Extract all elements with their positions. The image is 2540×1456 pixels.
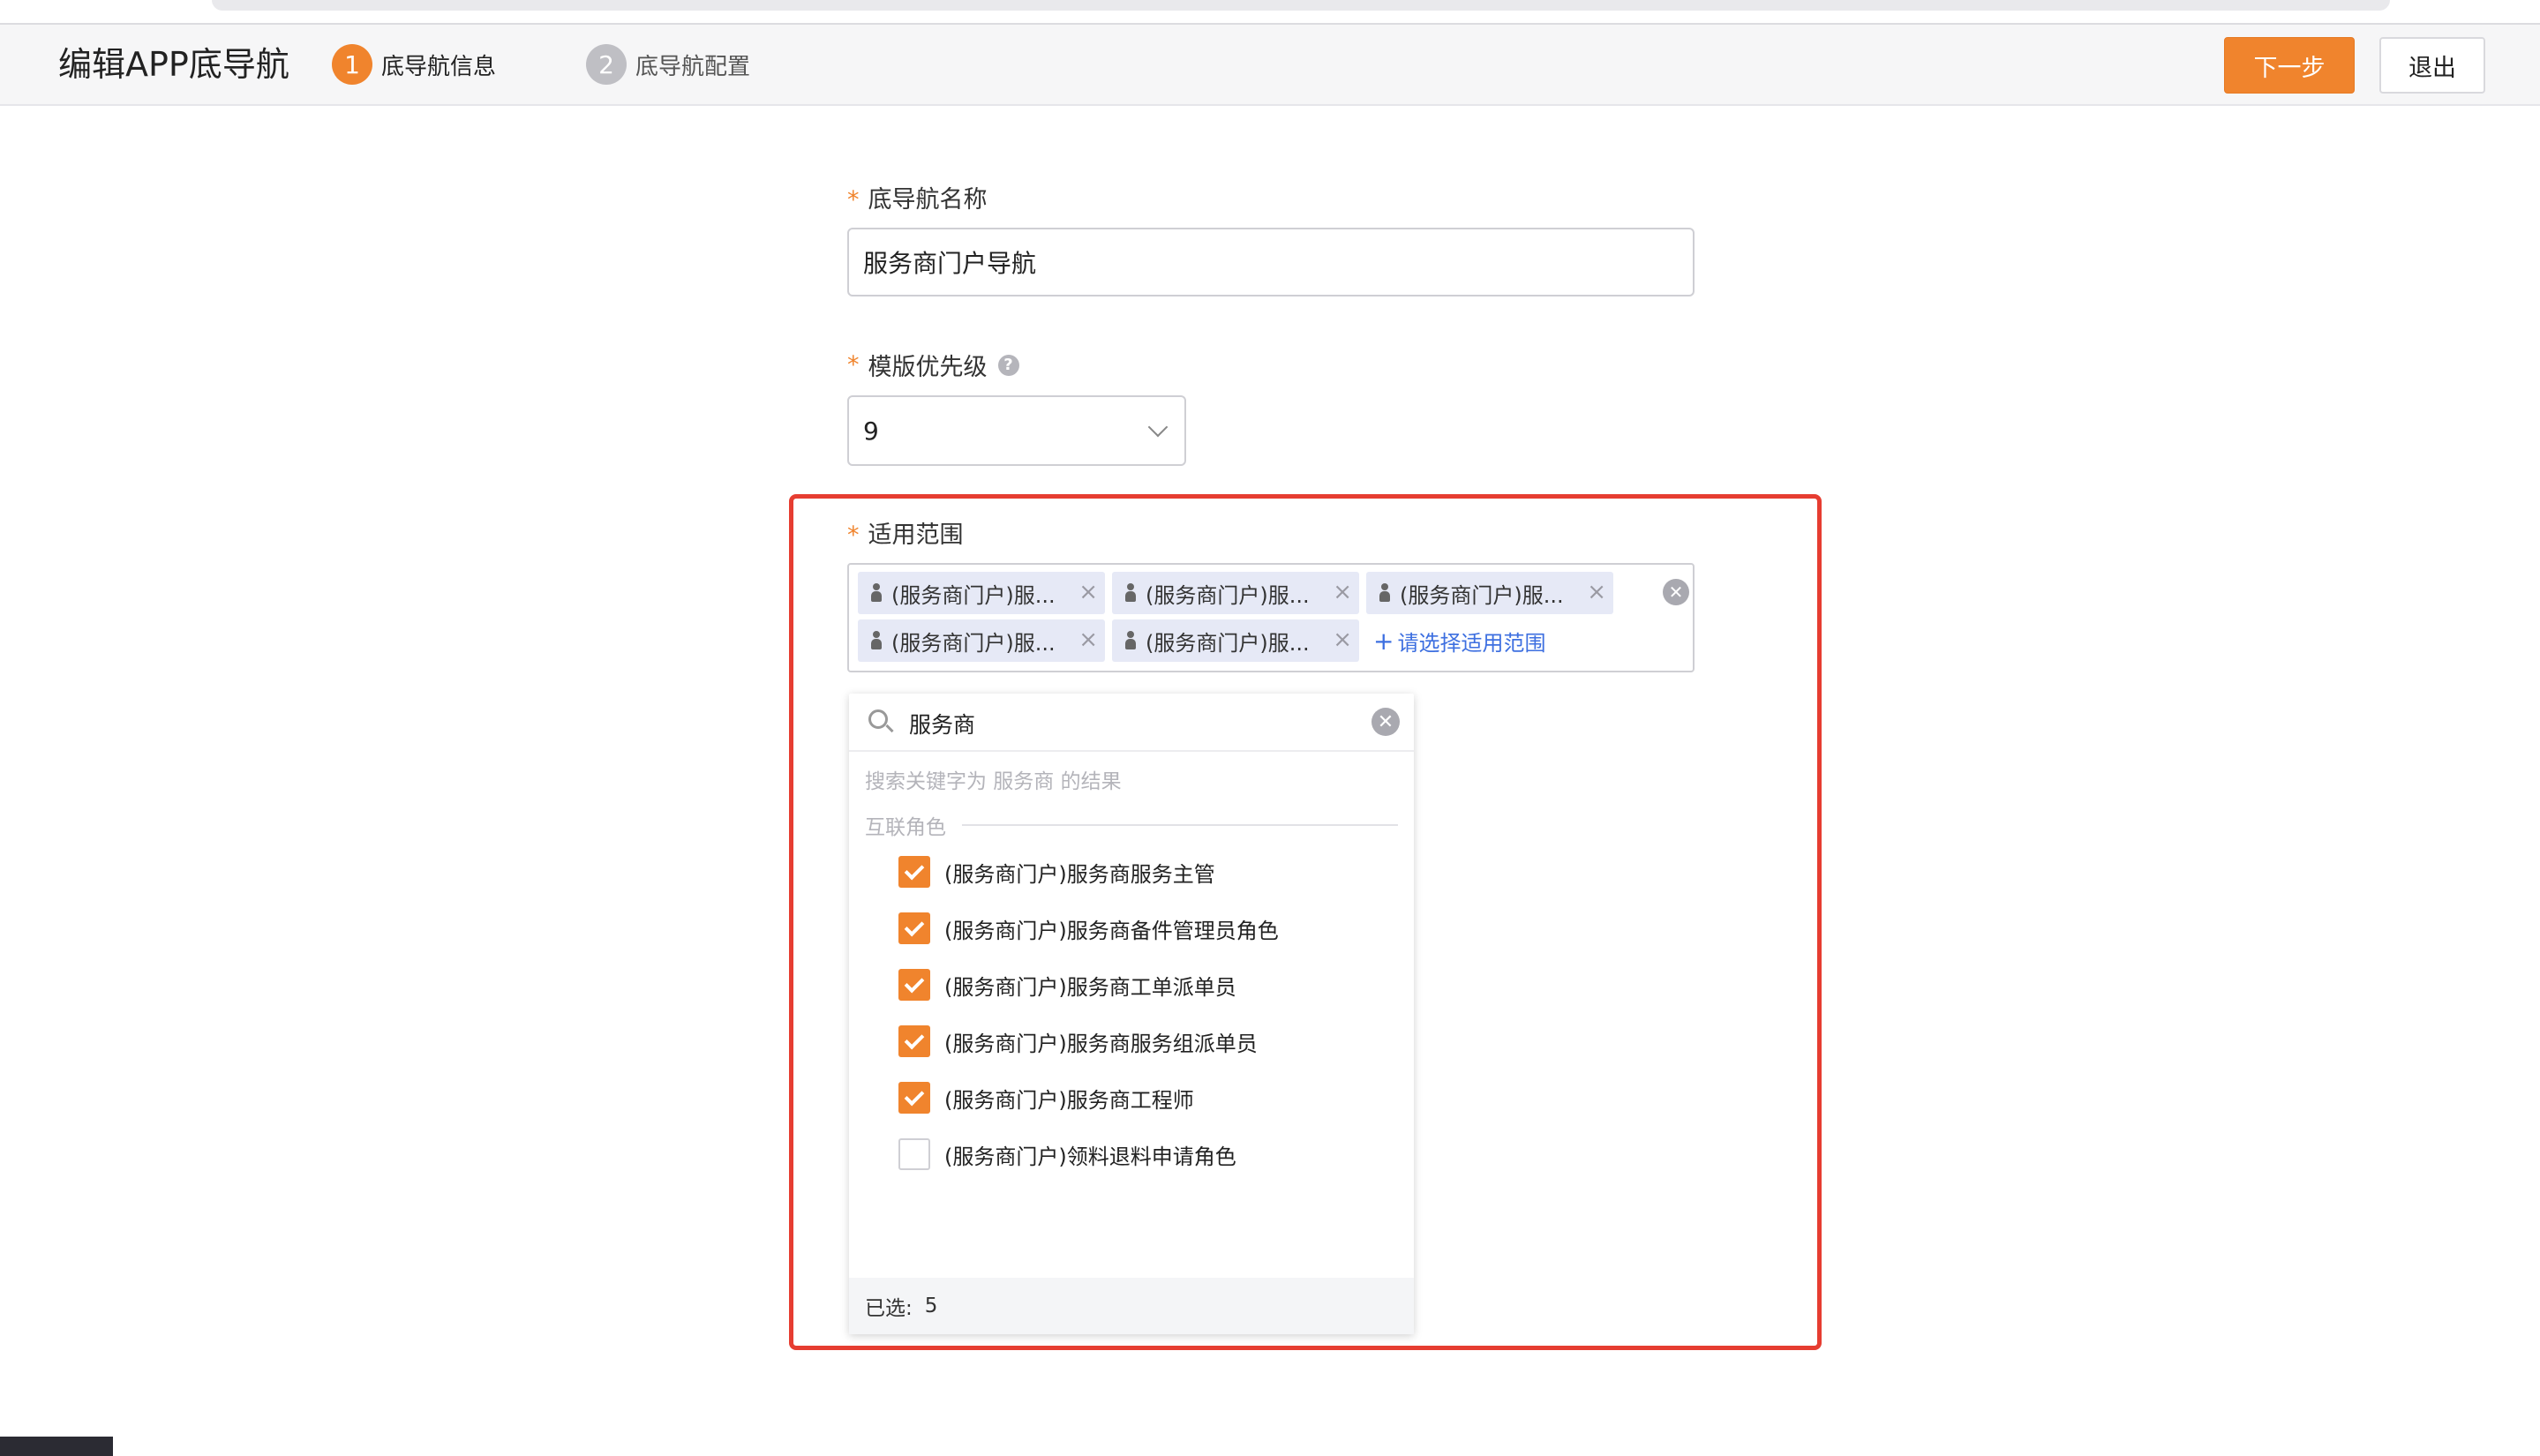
scope-tag: (服务商门户)服... × (858, 619, 1105, 662)
priority-select[interactable]: 9 (847, 395, 1186, 466)
role-option-label: (服务商门户)服务商备件管理员角色 (944, 918, 1279, 943)
person-icon (870, 631, 883, 650)
scope-tag-label: (服务商门户)服... (1146, 582, 1310, 608)
priority-field-label: * 模版优先级 ? (847, 348, 1019, 382)
checkbox-checked[interactable] (898, 856, 930, 888)
role-option-label: (服务商门户)服务商服务组派单员 (944, 1031, 1258, 1056)
role-option-label: (服务商门户)服务商工单派单员 (944, 974, 1236, 1000)
required-mark: * (847, 522, 860, 549)
scope-tag: (服务商门户)服... × (1112, 619, 1359, 662)
person-icon (870, 583, 883, 603)
chevron-down-icon (1147, 417, 1169, 438)
group-title-text: 互联角色 (865, 816, 946, 839)
clear-search-icon[interactable]: ✕ (1371, 708, 1400, 736)
scope-tag-label: (服务商门户)服... (891, 582, 1056, 608)
step-config[interactable]: 2 底导航配置 (586, 44, 750, 85)
scope-tag: (服务商门户)服... × (1112, 572, 1359, 614)
clear-all-icon[interactable]: ✕ (1663, 579, 1689, 605)
question-circle-icon[interactable]: ? (997, 354, 1019, 376)
checkbox-checked[interactable] (898, 912, 930, 944)
role-option[interactable]: (服务商门户)领料退料申请角色 (898, 1137, 1236, 1172)
checkbox-unchecked[interactable] (898, 1138, 930, 1170)
person-icon (1379, 583, 1391, 603)
scope-tag: (服务商门户)服... × (1366, 572, 1613, 614)
selected-label: 已选: (865, 1297, 913, 1320)
dropdown-search-row: 服务商 ✕ (849, 694, 1414, 752)
header-bar: 编辑APP底导航 1 底导航信息 2 底导航配置 下一步 退出 (0, 23, 2540, 106)
close-icon[interactable]: × (1078, 579, 1098, 605)
taskbar-fragment (0, 1437, 113, 1456)
browser-scrollbar[interactable] (212, 0, 2390, 11)
person-icon (1124, 631, 1137, 650)
priority-label-text: 模版优先级 (868, 354, 988, 381)
scope-tag-input[interactable]: (服务商门户)服... × (服务商门户)服... × (服务商门户)服... … (847, 563, 1695, 672)
role-option[interactable]: (服务商门户)服务商工程师 (898, 1080, 1194, 1115)
page-title: 编辑APP底导航 (58, 45, 289, 84)
step-label: 底导航信息 (381, 53, 497, 80)
required-mark: * (847, 351, 860, 379)
scope-tag: (服务商门户)服... × (858, 572, 1105, 614)
close-icon[interactable]: × (1333, 579, 1352, 605)
step-basic-info[interactable]: 1 底导航信息 (332, 44, 496, 85)
role-option-label: (服务商门户)领料退料申请角色 (944, 1144, 1236, 1169)
step-label: 底导航配置 (635, 53, 751, 80)
name-field-label: * 底导航名称 (847, 180, 988, 214)
plus-icon: + (1373, 626, 1394, 656)
person-icon (1124, 583, 1137, 603)
close-icon[interactable]: × (1078, 627, 1098, 653)
add-scope-label: 请选择适用范围 (1397, 630, 1546, 656)
scope-field-label: * 适用范围 (847, 515, 964, 550)
nav-name-input[interactable]: 服务商门户导航 (847, 228, 1695, 296)
search-result-hint: 搜索关键字为 服务商 的结果 (865, 770, 1122, 793)
divider (962, 824, 1398, 826)
add-scope-link[interactable]: + 请选择适用范围 (1373, 619, 1545, 662)
required-mark: * (847, 186, 860, 214)
name-label-text: 底导航名称 (868, 186, 988, 214)
checkbox-checked[interactable] (898, 1082, 930, 1114)
step-number: 2 (586, 44, 627, 85)
checkbox-checked[interactable] (898, 1025, 930, 1057)
role-option-label: (服务商门户)服务商服务主管 (944, 861, 1215, 887)
group-title: 互联角色 (865, 810, 1398, 840)
role-option[interactable]: (服务商门户)服务商工单派单员 (898, 967, 1236, 1002)
step-number: 1 (332, 44, 372, 85)
scope-tag-label: (服务商门户)服... (1400, 582, 1564, 608)
checkbox-checked[interactable] (898, 969, 930, 1001)
scope-dropdown-panel: 服务商 ✕ 搜索关键字为 服务商 的结果 互联角色 (服务商门户)服务商服务主管… (849, 694, 1414, 1334)
scope-label-text: 适用范围 (868, 522, 964, 549)
role-option[interactable]: (服务商门户)服务商服务主管 (898, 854, 1215, 889)
dropdown-search-input[interactable]: 服务商 (909, 708, 975, 739)
browser-strip (0, 0, 2540, 23)
close-icon[interactable]: × (1587, 579, 1606, 605)
scope-tag-label: (服务商门户)服... (891, 630, 1056, 656)
close-icon[interactable]: × (1333, 627, 1352, 653)
scope-tag-label: (服务商门户)服... (1146, 630, 1310, 656)
search-icon (868, 709, 888, 729)
role-option[interactable]: (服务商门户)服务商服务组派单员 (898, 1024, 1258, 1059)
priority-value: 9 (863, 416, 879, 446)
role-option-label: (服务商门户)服务商工程师 (944, 1087, 1194, 1113)
selected-count: 5 (924, 1295, 938, 1317)
exit-button[interactable]: 退出 (2379, 37, 2485, 94)
role-option[interactable]: (服务商门户)服务商备件管理员角色 (898, 911, 1279, 946)
next-step-button[interactable]: 下一步 (2224, 37, 2355, 94)
selected-count-bar: 已选: 5 (849, 1278, 1414, 1334)
